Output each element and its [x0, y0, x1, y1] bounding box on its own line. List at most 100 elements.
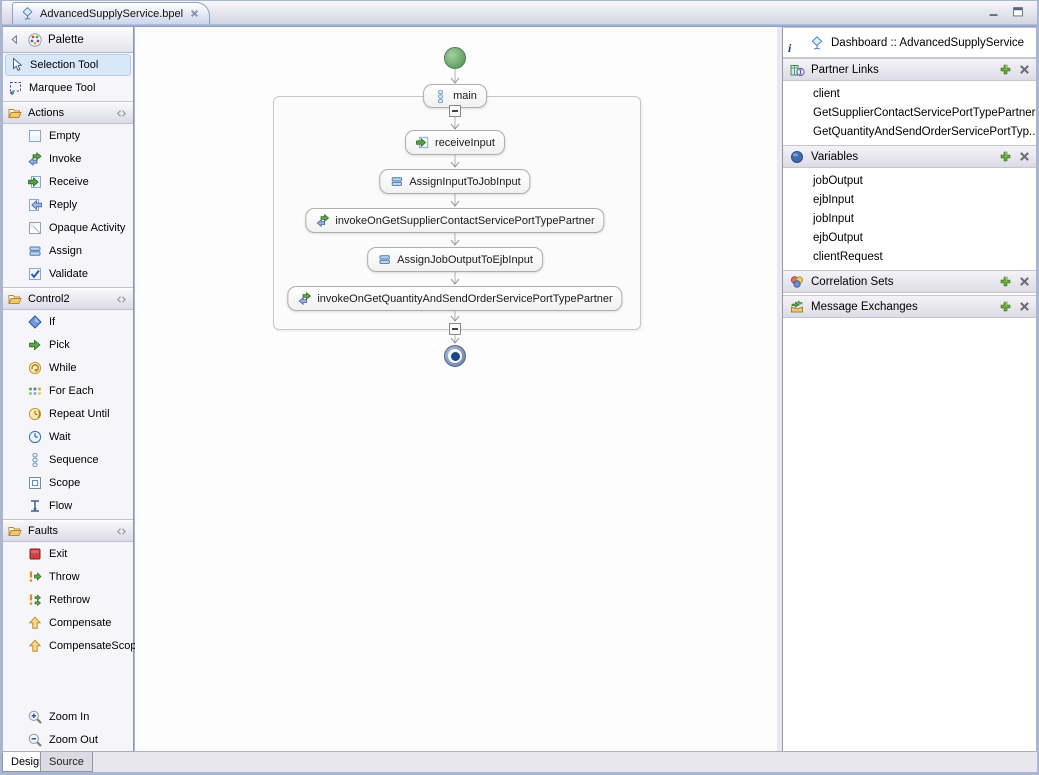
palette-item-empty[interactable]: Empty [3, 124, 133, 147]
partner-links-list: client GetSupplierContactServicePortType… [783, 81, 1036, 145]
collapse-toggle-sequence[interactable] [449, 323, 461, 335]
receive-icon [415, 135, 430, 150]
palette-item-sequence[interactable]: Sequence [3, 448, 133, 471]
while-icon [27, 360, 43, 376]
item-label: While [49, 362, 77, 374]
zoom-out-icon [27, 732, 43, 748]
palette-item-compensatescope[interactable]: CompensateScope [3, 634, 133, 657]
partner-link-item[interactable]: client [783, 84, 1036, 103]
palette-group-actions[interactable]: Actions [3, 102, 133, 124]
variable-item[interactable]: jobInput [783, 209, 1036, 228]
palette-item-pick[interactable]: Pick [3, 333, 133, 356]
variable-item[interactable]: jobOutput [783, 171, 1036, 190]
palette-item-rethrow[interactable]: Rethrow [3, 588, 133, 611]
tool-selection[interactable]: Selection Tool [5, 54, 131, 76]
palette-item-repeat-until[interactable]: Repeat Until [3, 402, 133, 425]
delete-icon[interactable] [1018, 300, 1031, 313]
scope-icon [27, 475, 43, 491]
activity-AssignInputToJobInput[interactable]: AssignInputToJobInput [379, 169, 530, 194]
palette-item-zoom-in[interactable]: Zoom In [3, 705, 133, 728]
palette-item-scope[interactable]: Scope [3, 471, 133, 494]
item-label: Reply [49, 199, 77, 211]
variable-item[interactable]: clientRequest [783, 247, 1036, 266]
group-label: Actions [28, 107, 109, 119]
activity-invokeOnGetSupplierContactServicePortTypePartner[interactable]: invokeOnGetSupplierContactServicePortTyp… [305, 208, 604, 233]
partner-link-item[interactable]: GetQuantityAndSendOrderServicePortTyp... [783, 122, 1036, 141]
item-label: For Each [49, 385, 94, 397]
palette-item-while[interactable]: While [3, 356, 133, 379]
item-label: Flow [49, 500, 72, 512]
partner-link-item[interactable]: GetSupplierContactServicePortTypePartner [783, 103, 1036, 122]
item-label: Zoom In [49, 711, 89, 723]
add-icon[interactable] [999, 300, 1012, 313]
for-each-icon [27, 383, 43, 399]
variable-icon [789, 149, 805, 165]
palette-group-control2[interactable]: Control2 [3, 288, 133, 310]
pin-chevrons-icon[interactable] [114, 292, 129, 307]
folder-icon [7, 291, 23, 307]
message-exchanges-icon [789, 299, 805, 315]
palette-item-throw[interactable]: Throw [3, 565, 133, 588]
bpel-process-icon [809, 35, 825, 51]
item-label: Wait [49, 431, 71, 443]
item-label: If [49, 316, 55, 328]
tab-source[interactable]: Source [40, 752, 93, 772]
activity-receiveInput[interactable]: receiveInput [405, 130, 505, 155]
palette-item-if[interactable]: If [3, 310, 133, 333]
sequence-icon [433, 89, 448, 104]
process-canvas[interactable]: main receiveInput AssignInputToJobInput … [135, 27, 777, 751]
info-marker: i [788, 41, 791, 56]
tool-marquee[interactable]: Marquee Tool [5, 77, 131, 99]
maximize-icon[interactable] [1011, 5, 1025, 19]
close-icon[interactable] [188, 7, 201, 20]
assign-icon [389, 174, 404, 189]
end-event-circle[interactable] [444, 345, 466, 367]
palette-item-compensate[interactable]: Compensate [3, 611, 133, 634]
palette-item-receive[interactable]: Receive [3, 170, 133, 193]
item-label: Scope [49, 477, 80, 489]
activity-AssignJobOutputToEjbInput[interactable]: AssignJobOutputToEjbInput [367, 247, 543, 272]
palette-item-assign[interactable]: Assign [3, 239, 133, 262]
delete-icon[interactable] [1018, 275, 1031, 288]
selection-cursor-icon [9, 57, 25, 73]
delete-icon[interactable] [1018, 150, 1031, 163]
palette-item-invoke[interactable]: Invoke [3, 147, 133, 170]
group-label: Control2 [28, 293, 109, 305]
palette-item-wait[interactable]: Wait [3, 425, 133, 448]
end-event-ring [448, 349, 462, 363]
palette-item-validate[interactable]: Validate [3, 262, 133, 285]
section-message-exchanges: Message Exchanges [783, 295, 1036, 318]
variables-list: jobOutput ejbInput jobInput ejbOutput cl… [783, 168, 1036, 270]
activity-invokeOnGetQuantityAndSendOrderServicePortTypePartner[interactable]: invokeOnGetQuantityAndSendOrderServicePo… [287, 286, 622, 311]
palette-item-flow[interactable]: Flow [3, 494, 133, 517]
start-event-circle[interactable] [444, 47, 466, 69]
wait-icon [27, 429, 43, 445]
palette-item-exit[interactable]: Exit [3, 542, 133, 565]
palette-icon [27, 32, 43, 48]
flow-icon [27, 498, 43, 514]
delete-icon[interactable] [1018, 63, 1031, 76]
variable-item[interactable]: ejbOutput [783, 228, 1036, 247]
item-label: Zoom Out [49, 734, 98, 746]
variable-item[interactable]: ejbInput [783, 190, 1036, 209]
partner-links-icon [789, 62, 805, 78]
palette-panel: Palette Selection Tool Marquee Tool Acti… [3, 27, 134, 751]
collapse-toggle-main[interactable] [449, 105, 461, 117]
palette-item-zoom-out[interactable]: Zoom Out [3, 728, 133, 751]
collapse-left-icon[interactable] [7, 32, 22, 47]
pin-chevrons-icon[interactable] [114, 106, 129, 121]
palette-group-faults[interactable]: Faults [3, 520, 133, 542]
minimize-icon[interactable] [987, 5, 1001, 19]
add-icon[interactable] [999, 275, 1012, 288]
section-label: Partner Links [811, 64, 993, 76]
add-icon[interactable] [999, 63, 1012, 76]
activity-label: AssignJobOutputToEjbInput [397, 254, 533, 266]
palette-item-for-each[interactable]: For Each [3, 379, 133, 402]
pin-chevrons-icon[interactable] [114, 524, 129, 539]
item-label: Assign [49, 245, 82, 257]
palette-item-opaque-activity[interactable]: Opaque Activity [3, 216, 133, 239]
item-label: Repeat Until [49, 408, 110, 420]
palette-item-reply[interactable]: Reply [3, 193, 133, 216]
editor-tab[interactable]: AdvancedSupplyService.bpel [12, 2, 210, 24]
add-icon[interactable] [999, 150, 1012, 163]
